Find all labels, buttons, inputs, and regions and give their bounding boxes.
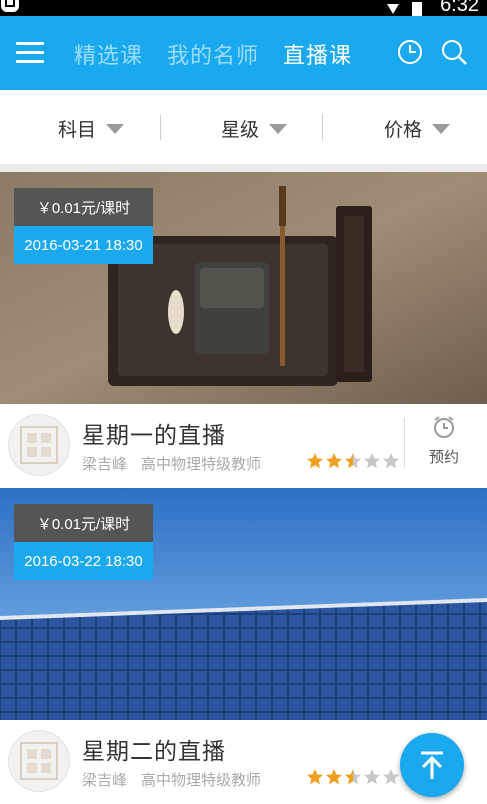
star-icon — [307, 769, 323, 785]
star-icon — [345, 769, 361, 785]
course-info: 星期一的直播 梁吉峰 高中物理特级教师 预约 — [0, 404, 487, 488]
app-bar: 精选课 我的名师 直播课 — [0, 16, 487, 90]
star-rating — [306, 768, 400, 786]
top-tabs: 精选课 我的名师 直播课 — [74, 38, 352, 70]
filter-rating-label: 星级 — [221, 119, 260, 141]
filter-bar: 科目 星级 价格 — [0, 90, 487, 164]
star-icon — [307, 453, 323, 469]
star-icon — [326, 769, 342, 785]
divider — [322, 114, 323, 140]
course-title[interactable]: 星期一的直播 — [82, 416, 226, 450]
divider — [404, 418, 405, 468]
search-icon[interactable] — [440, 38, 468, 66]
teacher-line: 梁吉峰 高中物理特级教师 — [82, 453, 261, 474]
star-icon — [383, 769, 399, 785]
filter-rating[interactable]: 星级 — [221, 115, 288, 142]
teacher-title: 高中物理特级教师 — [141, 455, 262, 473]
arrow-up-to-top-icon — [421, 751, 443, 779]
wifi-icon — [387, 4, 399, 14]
filter-subject-label: 科目 — [58, 119, 97, 141]
teacher-avatar[interactable] — [8, 414, 70, 476]
datetime-tag: 2016-03-22 18:30 — [14, 542, 153, 580]
star-rating — [306, 452, 400, 470]
tab-my-teachers[interactable]: 我的名师 — [167, 38, 259, 70]
divider — [160, 114, 161, 140]
seal-logo-icon — [20, 426, 58, 464]
star-icon — [383, 453, 399, 469]
filter-price-label: 价格 — [384, 119, 423, 141]
dropdown-arrow-icon — [106, 123, 125, 134]
teacher-title: 高中物理特级教师 — [141, 771, 262, 789]
alarm-clock-icon — [434, 416, 454, 438]
course-card[interactable]: ￥0.01元/课时 2016-03-21 18:30 星期一的直播 梁吉峰 高中物… — [0, 172, 487, 488]
back-to-top-button[interactable] — [400, 733, 464, 797]
filter-subject[interactable]: 科目 — [58, 115, 125, 142]
price-tag: ￥0.01元/课时 — [14, 188, 153, 226]
datetime-tag: 2016-03-21 18:30 — [14, 226, 153, 264]
teacher-name: 梁吉峰 — [82, 455, 128, 473]
filter-price[interactable]: 价格 — [384, 115, 451, 142]
reserve-label: 预约 — [428, 448, 459, 466]
tab-featured[interactable]: 精选课 — [74, 38, 143, 70]
status-bar: 6:32 — [0, 0, 487, 16]
tab-live[interactable]: 直播课 — [283, 38, 352, 70]
teacher-name: 梁吉峰 — [82, 771, 128, 789]
seal-logo-icon — [20, 742, 58, 780]
star-icon — [326, 453, 342, 469]
clock-icon[interactable] — [396, 38, 424, 66]
battery-icon — [412, 2, 422, 16]
dropdown-arrow-icon — [269, 123, 288, 134]
star-icon — [364, 769, 380, 785]
star-icon — [345, 453, 361, 469]
app-notification-icon — [1, 0, 19, 12]
star-icon — [364, 453, 380, 469]
dropdown-arrow-icon — [432, 123, 451, 134]
teacher-avatar[interactable] — [8, 730, 70, 792]
reserve-button[interactable]: 预约 — [415, 414, 473, 467]
teacher-line: 梁吉峰 高中物理特级教师 — [82, 769, 261, 790]
course-title[interactable]: 星期二的直播 — [82, 732, 226, 766]
status-time: 6:32 — [440, 0, 479, 16]
menu-icon[interactable] — [16, 42, 44, 64]
price-tag: ￥0.01元/课时 — [14, 504, 153, 542]
